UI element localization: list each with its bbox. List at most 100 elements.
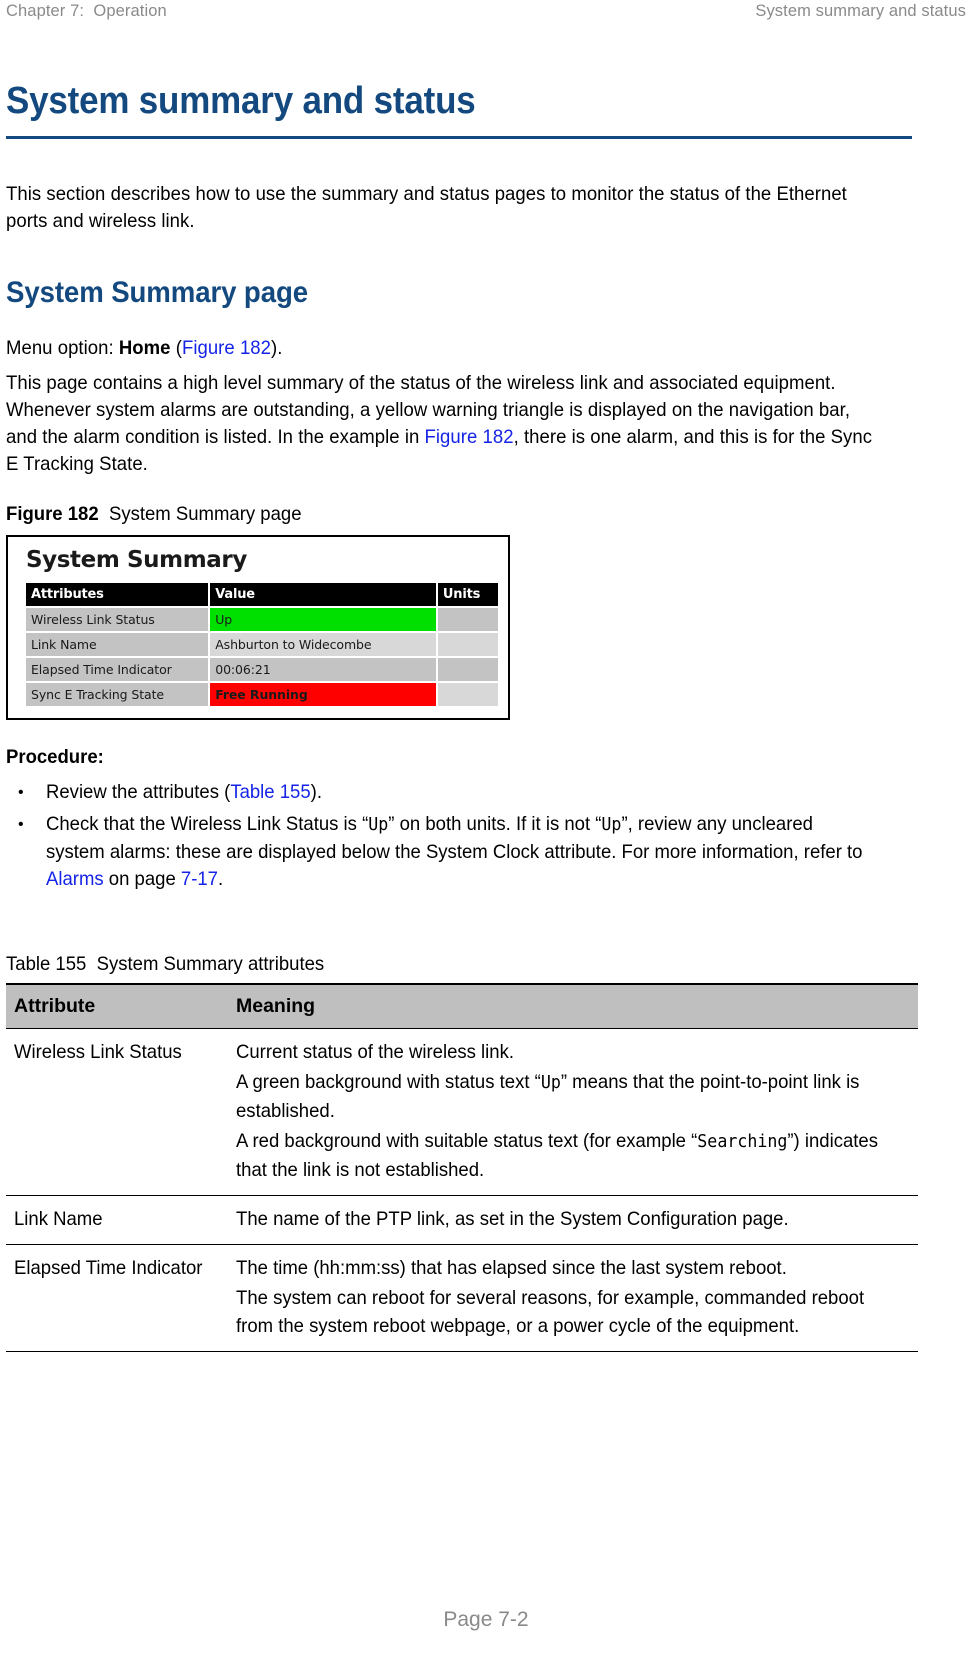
figure-caption-label: Figure 182 xyxy=(6,503,99,525)
menu-option-line: Menu option: Home (Figure 182). xyxy=(6,335,872,362)
running-header-left: Chapter 7: Operation xyxy=(6,2,167,20)
list-item: • Check that the Wireless Link Status is… xyxy=(6,811,918,893)
meaning-3-before: A red background with suitable status te… xyxy=(236,1130,698,1152)
app-cell-units xyxy=(437,658,498,681)
running-header: Chapter 7: Operation System summary and … xyxy=(0,0,972,36)
xref-page-7-17[interactable]: 7-17 xyxy=(181,868,218,890)
figure-caption: Figure 182 System Summary page xyxy=(6,502,872,527)
proc1-part1: Review the attributes ( xyxy=(46,781,231,803)
system-summary-attributes-table: Attribute Meaning Wireless Link Status C… xyxy=(6,983,918,1352)
app-table-row: Link Name Ashburton to Widecombe xyxy=(26,633,498,656)
table-caption-label: Table 155 xyxy=(6,953,87,975)
app-col-units: Units xyxy=(437,583,498,606)
app-cell-value: Ashburton to Widecombe xyxy=(210,633,436,656)
xref-figure-182-menu[interactable]: Figure 182 xyxy=(182,337,271,359)
table-row: Elapsed Time Indicator The time (hh:mm:s… xyxy=(6,1244,918,1352)
cell-attribute: Link Name xyxy=(6,1195,228,1245)
app-table-header-row: Attributes Value Units xyxy=(26,583,498,606)
figure-caption-text xyxy=(99,503,109,525)
table-row: Wireless Link Status Current status of t… xyxy=(6,1028,918,1196)
meaning-2-mono-up: Up xyxy=(540,1073,561,1093)
procedure-item-1-text: Review the attributes (Table 155). xyxy=(46,779,874,806)
app-col-value: Value xyxy=(210,583,436,606)
proc1-part2: ). xyxy=(310,781,322,803)
page-footer: Page 7-2 xyxy=(0,1608,972,1632)
meaning-paragraph: The name of the PTP link, as set in the … xyxy=(236,1205,912,1233)
app-cell-attribute: Sync E Tracking State xyxy=(26,683,209,706)
column-header-attribute: Attribute xyxy=(6,983,228,1029)
xref-figure-182-body[interactable]: Figure 182 xyxy=(425,426,514,448)
menu-option-prefix: Menu option: xyxy=(6,337,119,359)
procedure-label: Procedure: xyxy=(6,746,104,768)
app-cell-value-alarm: Free Running xyxy=(210,683,436,706)
figure-system-summary-screenshot: System Summary Attributes Value Units Wi… xyxy=(6,535,510,720)
cell-attribute-text: Link Name xyxy=(14,1208,103,1230)
app-window-title: System Summary xyxy=(26,547,247,573)
procedure-list: • Review the attributes (Table 155). • C… xyxy=(6,779,918,893)
footer-page-number: Page 7-2 xyxy=(443,1608,529,1631)
bullet-icon: • xyxy=(18,784,24,801)
xref-alarms[interactable]: Alarms xyxy=(46,868,104,890)
proc2-part4: on page xyxy=(103,868,181,890)
figure-caption-title: System Summary page xyxy=(108,503,302,525)
app-summary-table: Attributes Value Units Wireless Link Sta… xyxy=(24,581,500,708)
meaning-3-mono-searching: Searching xyxy=(697,1132,788,1152)
running-header-right: System summary and status xyxy=(755,2,966,20)
meaning-text-3: A red background with suitable status te… xyxy=(236,1127,878,1184)
app-col-attributes: Attributes xyxy=(26,583,209,606)
meaning-text-2: The system can reboot for several reason… xyxy=(236,1287,865,1337)
menu-option-open-paren: ( xyxy=(170,337,182,359)
app-cell-value: 00:06:21 xyxy=(210,658,436,681)
proc2-part2: ” on both units. If it is not “ xyxy=(388,813,602,835)
section-heading: System Summary page xyxy=(6,276,308,309)
list-item: • Review the attributes (Table 155). xyxy=(6,779,918,806)
document-page: Chapter 7: Operation System summary and … xyxy=(0,0,972,1660)
cell-meaning: Current status of the wireless link. A g… xyxy=(228,1028,918,1196)
meaning-paragraph: A green background with status text “Up”… xyxy=(236,1068,912,1125)
table-caption: Table 155 System Summary attributes xyxy=(6,952,872,977)
app-cell-units xyxy=(437,683,498,706)
page-content: System summary and status This section d… xyxy=(6,78,918,1352)
app-cell-units xyxy=(437,608,498,631)
page-title: System summary and status xyxy=(6,80,476,122)
app-cell-attribute: Elapsed Time Indicator xyxy=(26,658,209,681)
table-header-row: Attribute Meaning xyxy=(6,983,918,1029)
app-table-row: Wireless Link Status Up xyxy=(26,608,498,631)
xref-table-155[interactable]: Table 155 xyxy=(230,781,310,803)
table-row: Link Name The name of the PTP link, as s… xyxy=(6,1195,918,1245)
app-cell-value-status: Up xyxy=(210,608,436,631)
menu-option-value: Home xyxy=(118,337,171,359)
meaning-text-1: The time (hh:mm:ss) that has elapsed sin… xyxy=(236,1257,787,1279)
proc2-part1: Check that the Wireless Link Status is “ xyxy=(46,813,369,835)
menu-option-close: ). xyxy=(271,337,283,359)
cell-attribute-text: Wireless Link Status xyxy=(14,1041,182,1063)
cell-attribute-text: Elapsed Time Indicator xyxy=(14,1257,203,1279)
app-cell-attribute: Wireless Link Status xyxy=(26,608,209,631)
meaning-paragraph: The system can reboot for several reason… xyxy=(236,1284,912,1340)
table-caption-gap xyxy=(86,953,96,975)
meaning-paragraph: Current status of the wireless link. xyxy=(236,1038,912,1066)
proc2-part5: . xyxy=(217,868,224,890)
app-table-row: Elapsed Time Indicator 00:06:21 xyxy=(26,658,498,681)
meaning-text-1: Current status of the wireless link. xyxy=(236,1041,514,1063)
section-paragraph: This page contains a high level summary … xyxy=(6,370,872,478)
bullet-icon: • xyxy=(18,816,24,833)
proc2-mono-up-2: Up xyxy=(601,815,622,835)
cell-meaning: The time (hh:mm:ss) that has elapsed sin… xyxy=(228,1244,918,1352)
meaning-paragraph: A red background with suitable status te… xyxy=(236,1127,912,1184)
cell-meaning: The name of the PTP link, as set in the … xyxy=(228,1195,918,1245)
app-table-row: Sync E Tracking State Free Running xyxy=(26,683,498,706)
table-caption-text: System Summary attributes xyxy=(96,953,325,975)
meaning-text-1: The name of the PTP link, as set in the … xyxy=(236,1208,789,1230)
intro-paragraph: This section describes how to use the su… xyxy=(6,183,847,232)
meaning-paragraph: The time (hh:mm:ss) that has elapsed sin… xyxy=(236,1254,912,1282)
app-cell-units xyxy=(437,633,498,656)
meaning-text-2: A green background with status text “Up”… xyxy=(236,1068,878,1125)
cell-attribute: Wireless Link Status xyxy=(6,1028,228,1196)
procedure-item-2-text: Check that the Wireless Link Status is “… xyxy=(46,811,874,893)
meaning-2-before: A green background with status text “ xyxy=(236,1071,541,1093)
proc2-mono-up-1: Up xyxy=(368,815,389,835)
app-cell-attribute: Link Name xyxy=(26,633,209,656)
cell-attribute: Elapsed Time Indicator xyxy=(6,1244,228,1352)
column-header-meaning: Meaning xyxy=(228,983,918,1029)
